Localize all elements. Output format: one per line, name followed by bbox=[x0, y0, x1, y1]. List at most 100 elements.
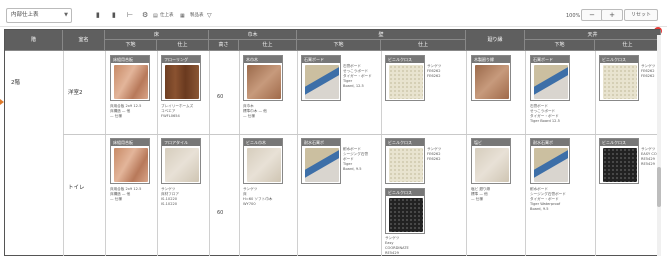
settings-icon[interactable]: ⚙ bbox=[142, 12, 148, 19]
material-swatch bbox=[475, 148, 509, 182]
schedule-type-value: 内部仕上表 bbox=[11, 12, 39, 18]
room-name[interactable]: トイレ bbox=[68, 183, 85, 191]
document-alt-icon[interactable]: ▮ bbox=[112, 12, 116, 19]
material-caption: 耐水石膏ボ bbox=[302, 139, 340, 146]
material-caption: 塩ビ bbox=[472, 139, 510, 146]
material-spec: 石膏ボード せっこうボード タイガー・ボード Tiger Board, 12.5 bbox=[343, 64, 372, 88]
material-card-wall-base[interactable]: 石膏ボード bbox=[301, 55, 341, 101]
material-card-wall-finish-2[interactable]: ビニルクロス bbox=[385, 188, 425, 234]
material-caption: ビニルクロス bbox=[600, 139, 638, 146]
material-spec: サンゲツ FE6262 FE6262 bbox=[427, 147, 442, 161]
material-swatch bbox=[114, 65, 148, 99]
material-swatch bbox=[534, 65, 568, 99]
material-card-baseboard-finish[interactable]: 木巾木 bbox=[243, 55, 283, 101]
material-spec: 床用合板 2x9 12.5 床構造 — 他 — 仕様 bbox=[110, 187, 142, 201]
material-spec: 耐水ボード シージング石膏 ボード Tiger Board, 9.5 bbox=[343, 147, 369, 171]
material-swatch bbox=[475, 65, 509, 99]
material-spec: 床巾木 標準巾木 — 他 — 仕様 bbox=[243, 104, 267, 118]
material-spec: サンゲツ 床材フロア IS-10220 IS-10220 bbox=[161, 187, 179, 206]
material-card-wall-finish[interactable]: ビニルクロス bbox=[385, 138, 425, 184]
material-card-wall-finish[interactable]: ビニルクロス bbox=[385, 55, 425, 101]
material-card-ceiling-base[interactable]: 石膏ボード bbox=[530, 55, 570, 101]
row-divider bbox=[63, 134, 661, 135]
material-swatch bbox=[389, 198, 423, 232]
header-ceiling-base: 下地 bbox=[525, 40, 595, 51]
divider bbox=[63, 51, 64, 256]
header-wall-base: 下地 bbox=[297, 40, 381, 51]
reset-button[interactable]: リセット bbox=[624, 9, 658, 21]
layer-icon[interactable]: ▤ bbox=[153, 13, 158, 20]
material-caption: フロアタイル bbox=[162, 139, 200, 146]
divider bbox=[209, 51, 210, 256]
document-icon[interactable]: ▮ bbox=[96, 12, 100, 19]
material-card-floor-finish[interactable]: フロアタイル bbox=[161, 138, 201, 184]
header-room: 室名 bbox=[63, 30, 105, 51]
schedule-type-select[interactable]: 内部仕上表 ▼ bbox=[6, 8, 72, 23]
chevron-down-icon: ▼ bbox=[64, 12, 68, 18]
material-card-floor-finish[interactable]: フローリング bbox=[161, 55, 201, 101]
material-card-ceiling-finish[interactable]: ビニルクロス bbox=[599, 138, 639, 184]
divider bbox=[297, 51, 298, 256]
material-card-edge-finish[interactable]: 木製廻り縁 bbox=[471, 55, 511, 101]
zoom-in-button[interactable]: + bbox=[601, 9, 623, 21]
material-spec: サンゲツ 床 H=60 ソフト巾木 WY700 bbox=[243, 187, 273, 206]
header-floor-group: 床 bbox=[105, 30, 209, 40]
material-caption: ビニルクロス bbox=[600, 56, 638, 63]
material-spec: 床用合板 2x9 12.5 床構造 — 他 — 仕様 bbox=[110, 104, 142, 118]
material-swatch bbox=[165, 148, 199, 182]
divider bbox=[525, 51, 526, 256]
material-caption: ビニルクロス bbox=[386, 56, 424, 63]
material-card-ceiling-finish[interactable]: ビニルクロス bbox=[599, 55, 639, 101]
divider bbox=[157, 51, 158, 256]
zoom-out-button[interactable]: − bbox=[581, 9, 603, 21]
header-wall-group: 壁 bbox=[297, 30, 466, 40]
material-spec: 耐水ボード シージング石膏ボード タイガー・ボード Tiger Waterpro… bbox=[530, 187, 566, 211]
material-card-floor-base[interactable]: 床組用合板 bbox=[110, 138, 150, 184]
header-baseboard-finish: 仕上 bbox=[239, 40, 297, 51]
material-card-wall-base[interactable]: 耐水石膏ボ bbox=[301, 138, 341, 184]
show-top-label[interactable]: 仕上表 bbox=[160, 13, 174, 18]
header-floor: 階 bbox=[5, 30, 63, 51]
material-spec: サンゲツ FE6262 FE6262 bbox=[641, 64, 656, 78]
filter-icon[interactable]: ▽ bbox=[207, 12, 212, 19]
material-card-baseboard-finish[interactable]: ビニル巾木 bbox=[243, 138, 283, 184]
vertical-scrollbar[interactable] bbox=[657, 35, 661, 256]
material-swatch bbox=[114, 148, 148, 182]
material-swatch bbox=[603, 65, 637, 99]
divider bbox=[381, 51, 382, 256]
material-caption: 耐水石膏ボ bbox=[531, 139, 569, 146]
material-swatch bbox=[389, 65, 423, 99]
material-spec: ブレイリーホームズ コベエア FWFL0654 bbox=[161, 104, 194, 118]
header-wall-finish: 仕上 bbox=[381, 40, 466, 51]
material-caption: ビニルクロス bbox=[386, 139, 424, 146]
header-baseboard-height: 高さ bbox=[209, 40, 239, 51]
divider bbox=[466, 51, 467, 256]
material-card-ceiling-base[interactable]: 耐水石膏ボ bbox=[530, 138, 570, 184]
header-floor-base: 下地 bbox=[105, 40, 157, 51]
material-caption: 石膏ボード bbox=[531, 56, 569, 63]
material-swatch bbox=[389, 148, 423, 182]
show-bottom-label[interactable]: 製品表 bbox=[190, 13, 204, 18]
material-caption: 床組用合板 bbox=[111, 56, 149, 63]
material-caption: フローリング bbox=[162, 56, 200, 63]
material-caption: ビニル巾木 bbox=[244, 139, 282, 146]
material-spec: サンゲツ Easy COORDINATE RE5429 RE5429 bbox=[385, 236, 409, 255]
material-caption: ビニルクロス bbox=[386, 189, 424, 196]
material-caption: 木製廻り縁 bbox=[472, 56, 510, 63]
grid-icon[interactable]: ▦ bbox=[180, 13, 185, 20]
material-swatch bbox=[165, 65, 199, 99]
material-caption: 石膏ボード bbox=[302, 56, 340, 63]
material-card-edge-finish[interactable]: 塩ビ bbox=[471, 138, 511, 184]
material-spec: 石膏ボード せっこうボード タイガー・ボード Tiger Board 12.5 bbox=[530, 104, 560, 123]
divider bbox=[105, 51, 106, 256]
material-swatch bbox=[247, 148, 281, 182]
material-caption: 木巾木 bbox=[244, 56, 282, 63]
scrollbar-thumb[interactable] bbox=[657, 167, 661, 207]
material-spec: サンゲツ FE6262 FE6262 bbox=[427, 64, 442, 78]
room-name[interactable]: 洋室2 bbox=[68, 88, 83, 96]
material-card-floor-base[interactable]: 床組用合板 bbox=[110, 55, 150, 101]
column-icon[interactable]: ⊢ bbox=[127, 12, 133, 19]
material-swatch bbox=[247, 65, 281, 99]
divider bbox=[239, 51, 240, 256]
zoom-level: 100% bbox=[566, 13, 581, 19]
